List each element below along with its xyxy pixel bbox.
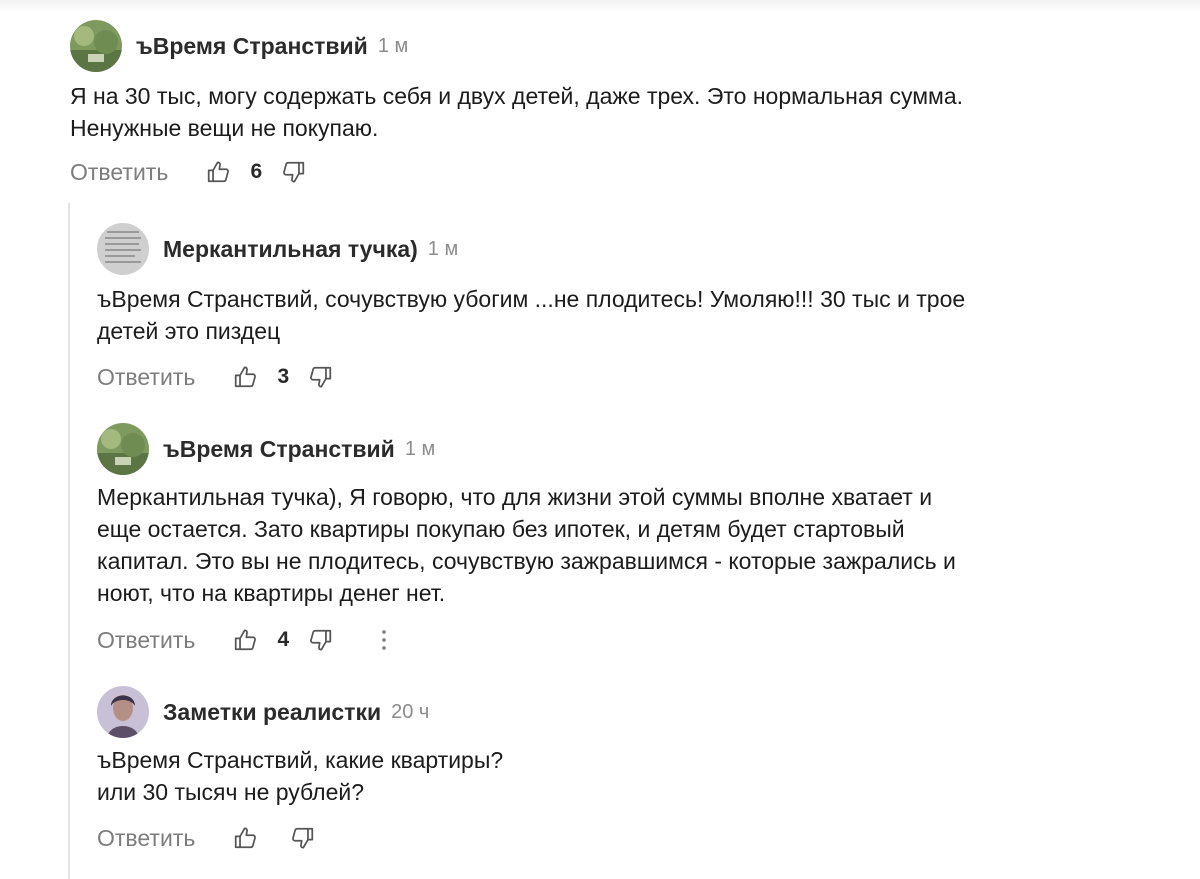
avatar[interactable]	[97, 423, 149, 475]
thumb-up-icon[interactable]	[233, 627, 259, 653]
comment-time: 1 м	[427, 237, 459, 260]
comment-header: Заметки реалистки 20 ч	[97, 686, 429, 738]
comment-time: 1 м	[377, 34, 409, 57]
reply-button[interactable]: Ответить	[97, 825, 195, 852]
like-count: 3	[277, 365, 290, 388]
comment-time: 1 м	[404, 437, 436, 460]
thumb-down-icon[interactable]	[280, 159, 306, 185]
comment-3: ъВремя Странствий 1 м Меркантильная тучк…	[97, 423, 1180, 659]
like-count: 4	[277, 628, 290, 651]
top-edge-shadow	[0, 0, 1200, 12]
comment-text: ъВремя Странствий, какие квартиры? или 3…	[97, 747, 504, 805]
comment-time: 20 ч	[391, 700, 430, 723]
thumb-up-icon[interactable]	[233, 364, 259, 390]
comment-author[interactable]: ъВремя Странствий	[136, 33, 368, 60]
comment-actions: Ответить 3	[97, 362, 333, 392]
more-vertical-icon[interactable]	[379, 627, 389, 653]
comment-author[interactable]: Заметки реалистки	[163, 699, 381, 726]
thumb-up-icon[interactable]	[233, 825, 259, 851]
thumb-down-icon[interactable]	[307, 627, 333, 653]
comment-actions: Ответить 6	[70, 157, 306, 187]
reply-button[interactable]: Ответить	[70, 159, 168, 186]
comment-text: ъВремя Странствий, сочувствую убогим ...…	[97, 286, 966, 344]
thumb-up-icon[interactable]	[206, 159, 232, 185]
comment-header: ъВремя Странствий 1 м	[97, 423, 435, 475]
comment-author[interactable]: Меркантильная тучка)	[163, 236, 418, 263]
reply-button[interactable]: Ответить	[97, 627, 195, 654]
comment-text: Меркантильная тучка), Я говорю, что для …	[97, 484, 956, 606]
reply-button[interactable]: Ответить	[97, 364, 195, 391]
avatar[interactable]	[97, 223, 149, 275]
comment-1: ъВремя Странствий 1 м Я на 30 тыс, могу …	[70, 20, 1180, 190]
comment-2: Меркантильная тучка) 1 м ъВремя Странств…	[97, 223, 1180, 393]
comment-actions: Ответить	[97, 823, 315, 853]
avatar[interactable]	[97, 686, 149, 738]
thumb-down-icon[interactable]	[289, 825, 315, 851]
avatar[interactable]	[70, 20, 122, 72]
comment-actions: Ответить 4	[97, 625, 389, 655]
comment-author[interactable]: ъВремя Странствий	[163, 436, 395, 463]
reply-thread-line	[68, 203, 70, 879]
comment-text: Я на 30 тыс, могу содержать себя и двух …	[70, 83, 964, 141]
comment-header: Меркантильная тучка) 1 м	[97, 223, 458, 275]
comment-4: Заметки реалистки 20 ч ъВремя Странствий…	[97, 686, 1180, 856]
comment-header: ъВремя Странствий 1 м	[70, 20, 408, 72]
thumb-down-icon[interactable]	[307, 364, 333, 390]
like-count: 6	[250, 160, 263, 183]
